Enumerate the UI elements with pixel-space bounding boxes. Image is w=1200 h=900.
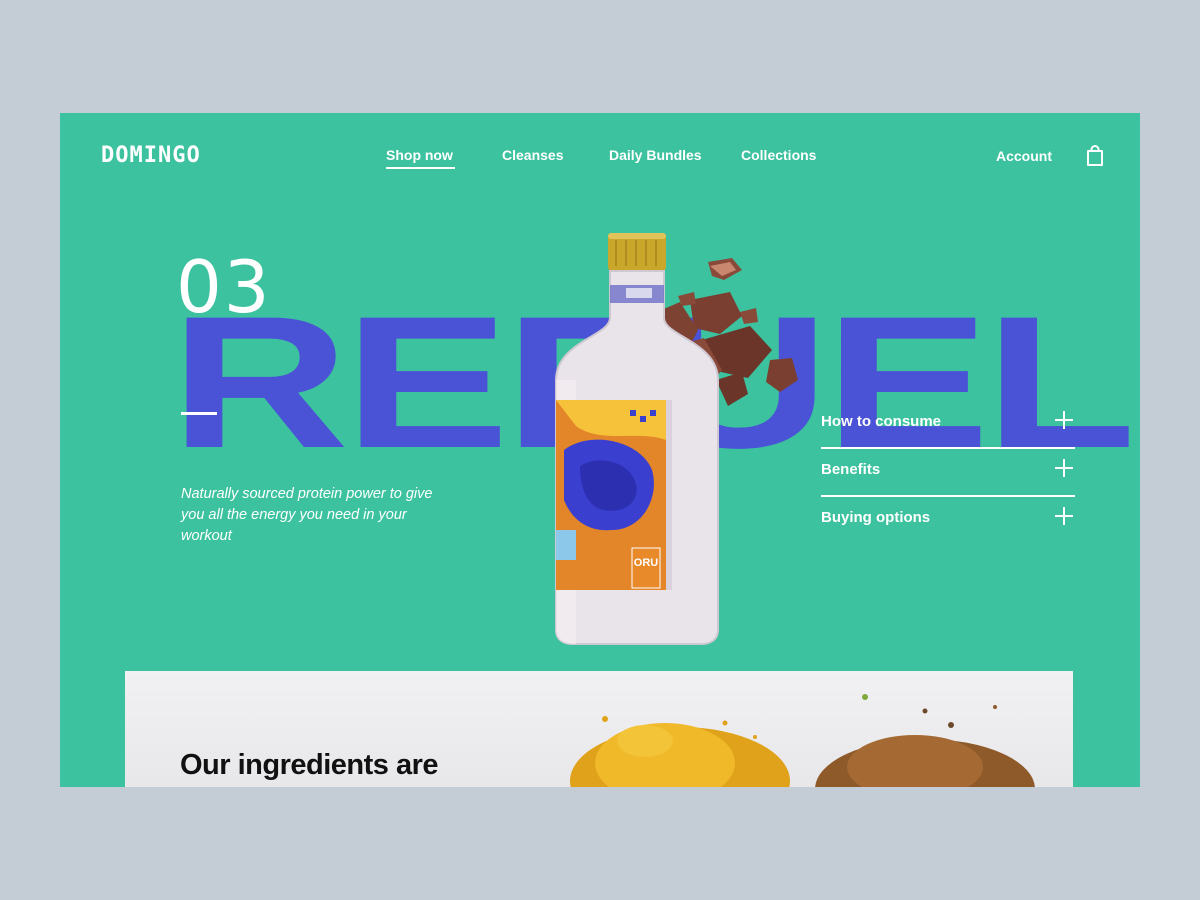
nav-shop-now[interactable]: Shop now <box>386 147 455 169</box>
accordion-label: Buying options <box>821 509 931 526</box>
accordion-how-to-consume[interactable]: How to consume <box>821 401 1075 449</box>
hero-frame: DOMINGO Shop now Cleanses Daily Bundles … <box>60 113 1140 787</box>
cinnamon-pile <box>815 694 1035 787</box>
nav-collections[interactable]: Collections <box>741 147 816 163</box>
divider-dash <box>181 412 217 415</box>
account-link[interactable]: Account <box>996 148 1052 164</box>
accordion-label: Benefits <box>821 461 881 478</box>
brand-logo[interactable]: DOMINGO <box>101 143 201 168</box>
ingredients-heading: Our ingredients are <box>180 749 439 781</box>
accordion-label: How to consume <box>821 413 942 430</box>
nav-cleanses[interactable]: Cleanses <box>502 147 563 163</box>
accordion-benefits[interactable]: Benefits <box>821 449 1075 497</box>
plus-icon[interactable] <box>1055 459 1073 477</box>
ingredients-section: Our ingredients are <box>125 671 1073 787</box>
slide-number: 03 <box>176 245 272 329</box>
shopping-bag-icon[interactable] <box>1085 145 1105 172</box>
turmeric-pile <box>570 716 790 787</box>
product-image: ORU <box>480 230 800 650</box>
accordion-buying-options[interactable]: Buying options <box>821 497 1075 543</box>
product-accordion: How to consume Benefits Buying options <box>821 401 1075 543</box>
nav-daily-bundles[interactable]: Daily Bundles <box>609 147 702 163</box>
label-brand-text: ORU <box>634 557 659 569</box>
plus-icon[interactable] <box>1055 507 1073 525</box>
plus-icon[interactable] <box>1055 411 1073 429</box>
hero-tagline: Naturally sourced protein power to give … <box>181 486 433 544</box>
